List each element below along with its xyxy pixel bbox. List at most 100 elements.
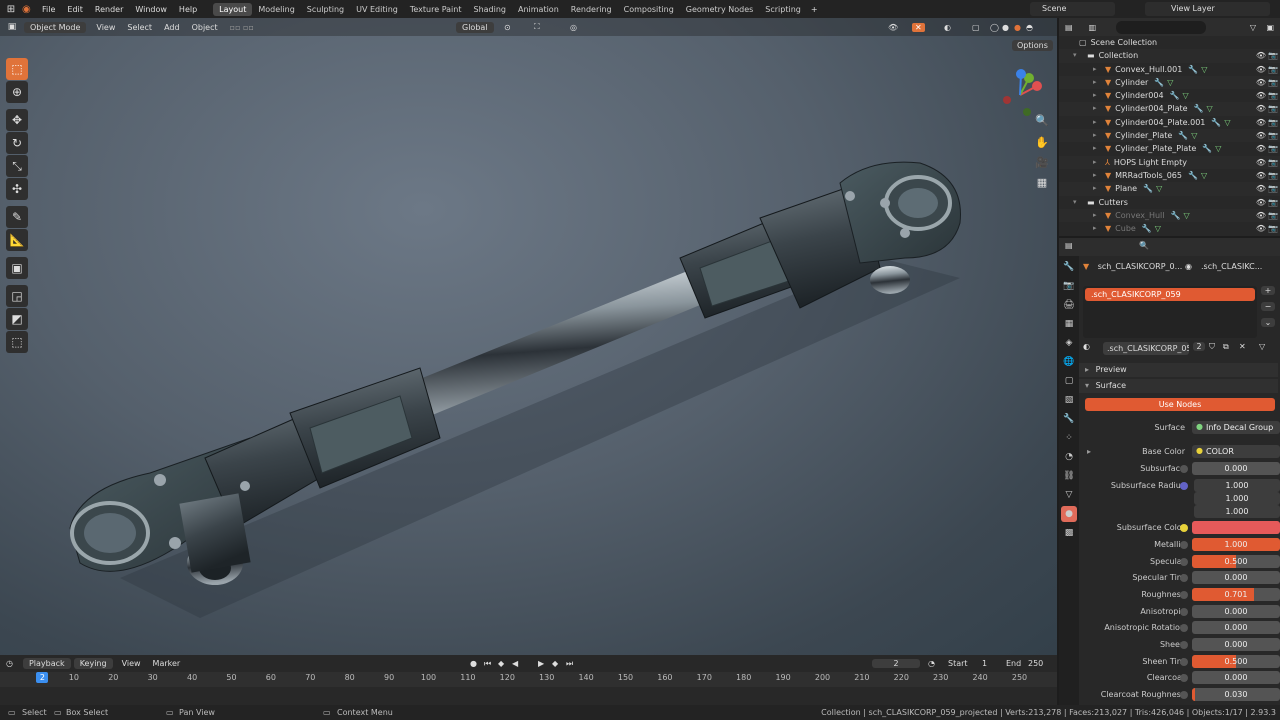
property-value-field[interactable]: 0.000 — [1192, 462, 1280, 475]
ortho-toggle-icon[interactable]: ▦ — [1034, 176, 1050, 192]
expand-arrow-icon[interactable]: ▸ — [1093, 222, 1097, 235]
expand-arrow-icon[interactable]: ▸ — [1093, 129, 1097, 142]
property-socket-icon[interactable] — [1180, 591, 1188, 599]
material-context-name[interactable]: .sch_CLASIKC... — [1201, 262, 1262, 271]
outliner-row[interactable]: ▸ ▼ Convex_Hull.001 🔧 ▽ 👁 📷 — [1059, 63, 1280, 76]
workspace-tab-layout[interactable]: Layout — [213, 2, 253, 16]
expand-arrow-icon[interactable]: ▸ — [1093, 156, 1097, 169]
subsurface-radius-field[interactable]: 1.000 — [1194, 505, 1280, 518]
expand-arrow-icon[interactable]: ▾ — [1073, 196, 1077, 209]
outliner-search-input[interactable] — [1116, 20, 1207, 34]
viewport-menu-select[interactable]: Select — [121, 22, 158, 33]
property-socket-icon[interactable] — [1180, 691, 1188, 699]
end-frame-field[interactable]: 250 — [1028, 659, 1043, 668]
material-slot-item[interactable]: .sch_CLASIKCORP_059 — [1085, 288, 1255, 301]
expand-arrow-icon[interactable]: ▸ — [1093, 63, 1097, 76]
surface-panel-header[interactable]: ▾ Surface — [1079, 379, 1278, 393]
particles-tab-icon[interactable]: ⁘ — [1061, 430, 1077, 446]
add-slot-button[interactable]: + — [1261, 286, 1275, 295]
outliner-row[interactable]: ▾ ▬ Collection 👁 📷 — [1059, 49, 1280, 63]
visibility-eye-icon[interactable]: 👁 — [1256, 89, 1266, 102]
visibility-eye-icon[interactable]: 👁 — [1256, 222, 1266, 235]
material-tab-icon[interactable]: ● — [1061, 506, 1077, 522]
workspace-tab-uv-editing[interactable]: UV Editing — [350, 3, 404, 16]
menu-window[interactable]: Window — [129, 5, 173, 14]
boolean-tool-icon[interactable]: ⬚ — [6, 331, 28, 353]
preview-panel-header[interactable]: ▸ Preview — [1079, 363, 1278, 377]
material-filter-icon[interactable]: ▽ — [1259, 342, 1265, 351]
scene-selector[interactable]: Scene — [1030, 2, 1115, 16]
next-key-button[interactable]: ◆ — [552, 659, 558, 668]
render-camera-icon[interactable]: 📷 — [1268, 63, 1278, 76]
timeline-menu-keying[interactable]: Keying — [73, 658, 113, 669]
add-cube-tool-icon[interactable]: ▣ — [6, 257, 28, 279]
view-layer-selector[interactable]: View Layer — [1145, 2, 1270, 16]
material-browse-icon[interactable]: ◐ — [1083, 342, 1090, 351]
object-context-name[interactable]: sch_CLASIKCORP_0... — [1098, 262, 1183, 271]
property-socket-icon[interactable] — [1180, 465, 1188, 473]
expand-arrow-icon[interactable]: ▸ — [1093, 76, 1097, 89]
jump-start-button[interactable]: ⏮ — [484, 659, 491, 669]
render-camera-icon[interactable]: 📷 — [1268, 222, 1278, 235]
shading-rendered-icon[interactable]: ◓ — [1026, 23, 1033, 32]
outliner-row[interactable]: ▸ ▼ Cylinder 🔧 ▽ 👁 📷 — [1059, 75, 1280, 90]
subsurface-radius-field[interactable]: 1.000 — [1194, 492, 1280, 505]
timeline-ruler[interactable]: 2 10 20 30 40 50 60 70 80 90 100 110 120 130 140 150 16… — [0, 672, 1057, 687]
zoom-icon[interactable]: 🔍 — [1034, 114, 1050, 130]
editor-type-icon[interactable]: ⊞ — [0, 4, 22, 15]
tool-tab-icon[interactable]: 🔧 — [1061, 259, 1077, 275]
outliner-row[interactable]: ▸ ▼ Convex_Hull 🔧 ▽ 👁 📷 — [1059, 208, 1280, 223]
visibility-eye-icon[interactable]: 👁 — [1256, 49, 1266, 62]
workspace-tab-animation[interactable]: Animation — [512, 3, 565, 16]
visibility-eye-icon[interactable]: 👁 — [1256, 76, 1266, 89]
record-button[interactable]: ● — [470, 659, 477, 668]
property-socket-icon[interactable] — [1180, 558, 1188, 566]
expand-arrow-icon[interactable]: ▸ — [1093, 89, 1097, 102]
use-nodes-button[interactable]: Use Nodes — [1085, 398, 1275, 411]
workspace-tab-scripting[interactable]: Scripting — [759, 3, 807, 16]
pan-hand-icon[interactable]: ✋ — [1034, 136, 1050, 152]
property-value-field[interactable]: 0.500 — [1192, 555, 1280, 568]
mode-dropdown[interactable]: Object Mode — [24, 21, 87, 33]
timeline-editor-icon[interactable]: ◷ — [6, 659, 13, 668]
start-frame-field[interactable]: 1 — [982, 659, 987, 668]
property-value-field[interactable]: 0.701 — [1192, 588, 1280, 601]
workspace-tab-compositing[interactable]: Compositing — [618, 3, 680, 16]
outliner-row[interactable]: ▸ ▼ Cylinder004_Plate.001 🔧 ▽ 👁 📷 — [1059, 116, 1280, 129]
texture-tab-icon[interactable]: ▩ — [1061, 525, 1077, 541]
property-value-field[interactable]: 0.000 — [1192, 571, 1280, 584]
hydraulic-strut-model[interactable] — [0, 18, 1057, 655]
property-socket-icon[interactable] — [1180, 524, 1188, 532]
data-tab-icon[interactable]: ▽ — [1061, 487, 1077, 503]
playhead[interactable]: 2 — [36, 672, 49, 683]
timeline-menu-view[interactable]: View — [116, 658, 147, 669]
visibility-eye-icon[interactable]: 👁 — [1256, 169, 1266, 182]
property-value-field[interactable]: 0.000 — [1192, 671, 1280, 684]
outliner-editor-icon[interactable]: ▤ — [1065, 23, 1073, 32]
base-color-expand-icon[interactable]: ▸ — [1087, 445, 1091, 459]
clock-icon[interactable]: ◔ — [928, 659, 935, 668]
visibility-eye-icon[interactable]: 👁 — [1256, 142, 1266, 155]
workspace-tab-shading[interactable]: Shading — [467, 3, 512, 16]
expand-arrow-icon[interactable]: ▸ — [1093, 116, 1097, 129]
current-frame-field[interactable]: 2 — [872, 659, 920, 668]
timeline-menu-marker[interactable]: Marker — [147, 658, 187, 669]
menu-file[interactable]: File — [36, 5, 61, 14]
jump-end-button[interactable]: ⏭ — [566, 659, 573, 669]
visibility-icon[interactable]: 👁 — [888, 23, 898, 32]
visibility-eye-icon[interactable]: 👁 — [1256, 116, 1266, 129]
filter-icon[interactable]: ▽ — [1250, 23, 1256, 32]
expand-arrow-icon[interactable]: ▸ — [1093, 182, 1097, 195]
workspace-tab-modeling[interactable]: Modeling — [252, 3, 300, 16]
render-camera-icon[interactable]: 📷 — [1268, 49, 1278, 62]
collection-tab-icon[interactable]: ▢ — [1061, 373, 1077, 389]
properties-search-icon[interactable]: 🔍 — [1139, 241, 1149, 250]
workspace-tab-texture-paint[interactable]: Texture Paint — [404, 3, 468, 16]
outliner-row[interactable]: ▸ ⅄ HOPS Light Empty 👁 📷 — [1059, 155, 1280, 169]
viewport-snap-icons[interactable]: ▫▫ ▫▫ — [230, 23, 254, 32]
output-tab-icon[interactable]: 🖨 — [1061, 297, 1077, 313]
play-reverse-button[interactable]: ◀ — [512, 659, 518, 668]
expand-arrow-icon[interactable]: ▸ — [1093, 209, 1097, 222]
render-camera-icon[interactable]: 📷 — [1268, 169, 1278, 182]
menu-render[interactable]: Render — [89, 5, 129, 14]
